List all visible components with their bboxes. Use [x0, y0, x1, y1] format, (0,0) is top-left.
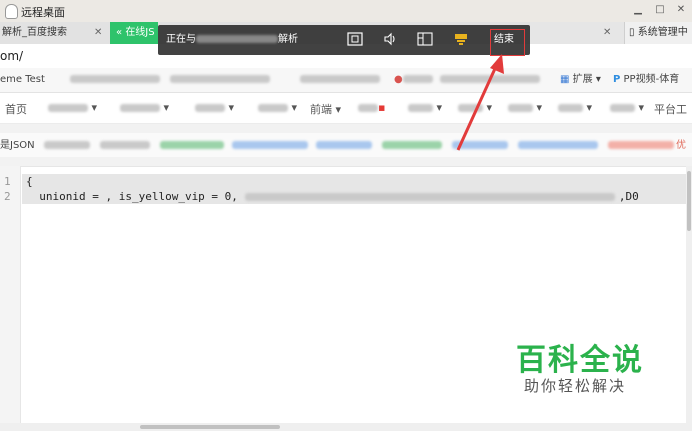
- tool-link[interactable]: [100, 139, 150, 153]
- window-title: 远程桌面: [21, 6, 65, 19]
- nav-item[interactable]: ▾: [408, 101, 442, 114]
- bookmark-item[interactable]: ●: [394, 73, 433, 87]
- code-line-2[interactable]: unionid = , is_yellow_vip = 0, ,D0: [26, 190, 686, 204]
- nav-item[interactable]: ▾: [195, 101, 234, 114]
- tool-links-row: 是JSON 优: [0, 133, 692, 157]
- fullscreen-icon[interactable]: [347, 25, 363, 55]
- chevron-down-icon: ▾: [595, 74, 601, 85]
- nav-item[interactable]: ▾: [610, 101, 644, 114]
- bookmark-item[interactable]: eme Test: [0, 73, 45, 87]
- nav-item[interactable]: ▾: [120, 101, 169, 114]
- code-line-1[interactable]: {: [26, 175, 33, 188]
- page-icon: ▯: [629, 27, 635, 38]
- remote-status-text: 正在与 解析: [166, 34, 298, 45]
- bookmark-item[interactable]: [170, 73, 270, 87]
- line-number: 2: [4, 190, 11, 203]
- tab-placeholder[interactable]: ✕: [530, 22, 630, 44]
- watermark-subtitle: 助你轻松解决: [524, 377, 627, 395]
- line-number-gutter: 1 2: [0, 166, 21, 423]
- tool-link[interactable]: [44, 139, 90, 153]
- horizontal-scrollbar[interactable]: [0, 423, 692, 431]
- bookmark-item[interactable]: [70, 73, 160, 87]
- tab-label: 在线JS: [125, 27, 155, 38]
- address-url[interactable]: om/: [0, 49, 23, 63]
- scrollbar-thumb[interactable]: [140, 425, 280, 429]
- maximize-button[interactable]: □: [653, 3, 667, 17]
- bookmarks-bar: eme Test ● ▦ 扩展 ▾ P PP视频-体育: [0, 68, 692, 93]
- tab-system-admin[interactable]: ▯ 系统管理中: [624, 22, 692, 44]
- nav-home[interactable]: 首页: [5, 101, 27, 117]
- app-logo-icon: [5, 4, 18, 19]
- nav-item[interactable]: ▾: [258, 101, 297, 114]
- annotation-arrow-icon: [456, 54, 504, 151]
- audio-icon[interactable]: [382, 25, 398, 55]
- screen-split-icon[interactable]: [417, 25, 433, 55]
- tab-label: 解析_百度搜索: [2, 27, 67, 38]
- tool-link[interactable]: [316, 139, 372, 153]
- watermark-title: 百科全说: [516, 343, 644, 378]
- nav-item[interactable]: ▪: [358, 101, 385, 114]
- nav-tools[interactable]: 平台工: [654, 101, 687, 117]
- pp-logo-icon: P: [613, 74, 621, 85]
- minimize-button[interactable]: ▁: [631, 3, 645, 17]
- nav-item[interactable]: ▾: [558, 101, 592, 114]
- tool-link[interactable]: [232, 139, 308, 153]
- tab-close-icon[interactable]: ✕: [603, 22, 611, 44]
- tool-link[interactable]: [382, 139, 442, 153]
- scrollbar-thumb[interactable]: [687, 171, 691, 231]
- tool-link[interactable]: [608, 139, 674, 153]
- tool-link[interactable]: 是JSON: [0, 139, 35, 153]
- nav-item[interactable]: ▾: [508, 101, 542, 114]
- site-nav: 首页 ▾ ▾ ▾ ▾ 前端 ▾ ▪ ▾ ▾ ▾ ▾ ▾ 平台工: [0, 93, 692, 124]
- tab-baidu-search[interactable]: 解析_百度搜索 ✕: [0, 22, 108, 44]
- close-window-button[interactable]: ✕: [674, 3, 688, 17]
- tool-link[interactable]: [160, 139, 224, 153]
- window-titlebar: 远程桌面 ▁ □ ✕: [0, 0, 692, 23]
- vertical-scrollbar[interactable]: [686, 166, 692, 423]
- line-number: 1: [4, 175, 11, 188]
- tool-link[interactable]: [518, 139, 598, 153]
- nav-forward[interactable]: 前端 ▾: [310, 101, 341, 117]
- extensions-icon: ▦: [560, 74, 570, 85]
- tab-close-icon[interactable]: ✕: [94, 22, 102, 44]
- baike-watermark: 百科全说 助你轻松解决: [494, 325, 666, 405]
- tab-label: 系统管理中: [637, 27, 688, 38]
- tab-online-js[interactable]: « 在线JS: [110, 22, 158, 44]
- nav-item[interactable]: ▾: [48, 101, 97, 114]
- bookmark-pp-sports[interactable]: P PP视频-体育: [613, 73, 679, 87]
- bookmark-item[interactable]: [300, 73, 380, 87]
- tab-favicon-icon: «: [116, 27, 123, 38]
- extensions-button[interactable]: ▦ 扩展 ▾: [560, 73, 601, 87]
- tool-link[interactable]: 优: [676, 139, 686, 153]
